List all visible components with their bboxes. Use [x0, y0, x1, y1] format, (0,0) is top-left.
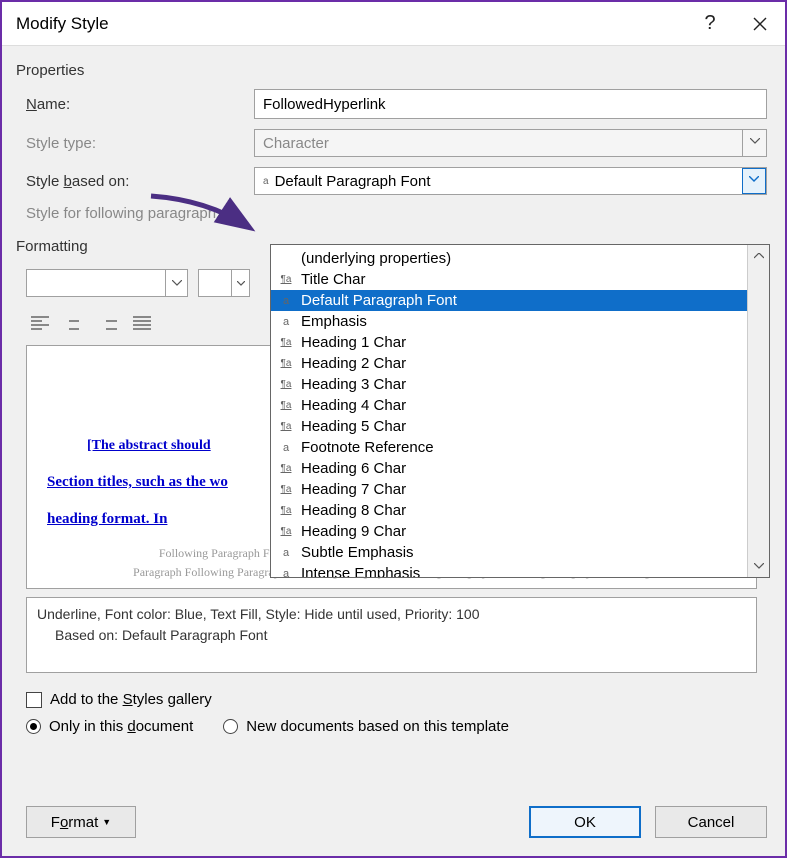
- help-button[interactable]: ?: [685, 2, 735, 46]
- only-this-document-radio[interactable]: [26, 719, 41, 734]
- dropdown-item[interactable]: ¶aHeading 2 Char: [271, 353, 747, 374]
- cancel-button[interactable]: Cancel: [655, 806, 767, 838]
- style-type-combo: Character: [254, 129, 767, 157]
- chevron-down-icon: ▼: [102, 817, 111, 827]
- titlebar: Modify Style ?: [2, 2, 785, 46]
- dropdown-item[interactable]: ¶aHeading 4 Char: [271, 395, 747, 416]
- new-documents-radio[interactable]: [223, 719, 238, 734]
- scroll-down-icon[interactable]: [748, 555, 769, 577]
- style-following-label: Style for following paragraph:: [16, 205, 254, 222]
- close-button[interactable]: [735, 2, 785, 46]
- dropdown-item[interactable]: ¶aHeading 9 Char: [271, 521, 747, 542]
- add-to-styles-gallery-label: Add to the Styles gallery: [50, 691, 212, 708]
- dropdown-item[interactable]: ¶aHeading 5 Char: [271, 416, 747, 437]
- chevron-down-icon[interactable]: [742, 168, 766, 194]
- dropdown-item[interactable]: ¶aHeading 8 Char: [271, 500, 747, 521]
- dropdown-item[interactable]: ¶aHeading 6 Char: [271, 458, 747, 479]
- dropdown-scrollbar[interactable]: [747, 245, 769, 577]
- dropdown-item[interactable]: ¶aTitle Char: [271, 269, 747, 290]
- align-left-button[interactable]: [26, 309, 54, 337]
- style-description: Underline, Font color: Blue, Text Fill, …: [26, 597, 757, 673]
- dropdown-item[interactable]: aEmphasis: [271, 311, 747, 332]
- font-size-combo[interactable]: [198, 269, 250, 297]
- format-button[interactable]: Format ▼: [26, 806, 136, 838]
- style-based-on-dropdown[interactable]: (underlying properties)¶aTitle CharaDefa…: [270, 244, 770, 578]
- dropdown-item[interactable]: ¶aHeading 7 Char: [271, 479, 747, 500]
- chevron-down-icon[interactable]: [165, 270, 187, 296]
- name-field[interactable]: [254, 89, 767, 119]
- properties-heading: Properties: [16, 62, 767, 79]
- chevron-down-icon: [742, 130, 766, 156]
- align-center-button[interactable]: [60, 309, 88, 337]
- ok-button[interactable]: OK: [529, 806, 641, 838]
- only-this-document-label: Only in this document: [49, 718, 193, 735]
- style-type-label: Style type:: [16, 135, 254, 152]
- new-documents-label: New documents based on this template: [246, 718, 509, 735]
- dropdown-item[interactable]: ¶aHeading 3 Char: [271, 374, 747, 395]
- style-based-on-label: Style based on:: [16, 173, 254, 190]
- dialog-title: Modify Style: [16, 14, 685, 34]
- dropdown-item[interactable]: aDefault Paragraph Font: [271, 290, 747, 311]
- modify-style-dialog: Modify Style ? Properties Name: Style ty…: [0, 0, 787, 858]
- align-right-button[interactable]: [94, 309, 122, 337]
- dropdown-item[interactable]: ¶aHeading 1 Char: [271, 332, 747, 353]
- chevron-down-icon[interactable]: [231, 270, 249, 296]
- font-family-combo[interactable]: [26, 269, 188, 297]
- name-label: Name:: [16, 96, 254, 113]
- dropdown-item[interactable]: aIntense Emphasis: [271, 563, 747, 577]
- dropdown-item[interactable]: (underlying properties): [271, 248, 747, 269]
- align-justify-button[interactable]: [128, 309, 156, 337]
- dropdown-item[interactable]: aFootnote Reference: [271, 437, 747, 458]
- scroll-up-icon[interactable]: [748, 245, 769, 267]
- dropdown-item[interactable]: aSubtle Emphasis: [271, 542, 747, 563]
- style-based-on-combo[interactable]: aDefault Paragraph Font: [254, 167, 767, 195]
- add-to-styles-gallery-checkbox[interactable]: [26, 692, 42, 708]
